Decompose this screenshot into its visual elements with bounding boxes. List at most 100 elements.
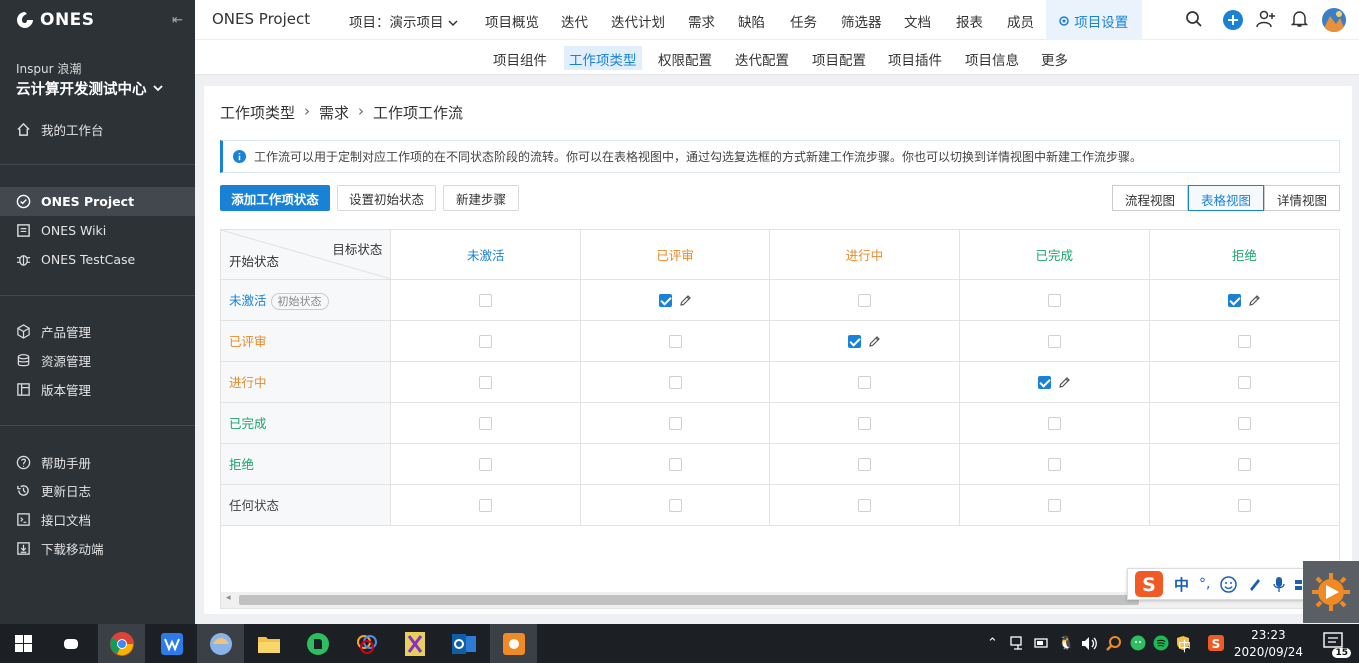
subnav-project-config[interactable]: 项目配置 [807,46,871,70]
transition-checkbox[interactable] [668,417,682,430]
transition-checkbox[interactable] [857,294,871,307]
transition-checkbox[interactable] [1047,417,1061,430]
transition-checkbox[interactable] [479,294,493,307]
nav-sprint-plan[interactable]: 迭代计划 [611,11,665,31]
system-clock[interactable]: 23:23 2020/09/24 [1234,627,1303,661]
sogou-tray-icon[interactable]: S [1207,634,1225,652]
project-selector[interactable]: 项目：演示项目 [349,11,458,31]
sidebar-item-help[interactable]: 帮助手册 [0,448,195,477]
edit-pencil-icon[interactable] [679,294,692,307]
transition-checkbox[interactable] [668,458,682,471]
color-app[interactable] [343,624,390,663]
transition-checkbox[interactable] [857,458,871,471]
search-icon[interactable] [1185,10,1203,28]
sidebar-item-workbench[interactable]: 我的工作台 [0,115,195,144]
sidebar-item-download-mobile[interactable]: 下载移动端 [0,534,195,563]
show-hidden-icons-icon[interactable]: ⌃ [987,636,998,651]
transition-checkbox[interactable] [1037,376,1051,389]
notification-center[interactable]: 15 [1323,632,1351,658]
transition-checkbox[interactable] [1047,335,1061,348]
transition-checkbox[interactable] [479,499,493,512]
transition-checkbox[interactable] [1047,294,1061,307]
team-selector[interactable]: 云计算开发测试中心 [16,78,163,99]
chat-app[interactable] [47,624,94,663]
transition-checkbox[interactable] [479,417,493,430]
transition-checkbox[interactable] [1237,499,1251,512]
qq-icon[interactable]: 🐧 [1058,636,1074,651]
transition-checkbox[interactable] [1237,458,1251,471]
transition-checkbox[interactable] [479,458,493,471]
transition-checkbox[interactable] [1237,335,1251,348]
nav-defects[interactable]: 缺陷 [738,11,765,31]
scroll-left-icon[interactable]: ◂ [226,593,231,603]
file-explorer-app[interactable] [245,624,292,663]
volume-icon[interactable] [1081,636,1098,651]
sidebar-item-api-docs[interactable]: 接口文档 [0,505,195,534]
transition-checkbox[interactable] [668,376,682,389]
transition-checkbox[interactable] [857,417,871,430]
evernote-app[interactable] [294,624,341,663]
floating-assistant-widget[interactable] [1303,561,1359,623]
sidebar-item-ones-wiki[interactable]: ONES Wiki [0,216,195,245]
edit-pencil-icon[interactable] [868,335,881,348]
transition-checkbox[interactable] [668,335,682,348]
nav-tasks[interactable]: 任务 [790,11,817,31]
nav-reports[interactable]: 报表 [956,11,983,31]
flow-view-tab[interactable]: 流程视图 [1111,185,1188,211]
transition-checkbox[interactable] [1047,499,1061,512]
transition-checkbox[interactable] [857,499,871,512]
set-initial-state-button[interactable]: 设置初始状态 [337,185,436,211]
spotify-icon[interactable] [1153,635,1169,651]
table-view-tab[interactable]: 表格视图 [1187,185,1264,211]
edit-pencil-icon[interactable] [1058,376,1071,389]
scrollbar-thumb[interactable] [239,595,1139,605]
bell-icon[interactable] [1291,10,1308,28]
nav-overview[interactable]: 项目概览 [485,11,539,31]
ones-logo[interactable]: ONES [16,10,95,30]
transition-checkbox[interactable] [668,499,682,512]
transition-checkbox[interactable] [479,335,493,348]
subnav-issue-types[interactable]: 工作项类型 [564,46,642,70]
add-state-button[interactable]: 添加工作项状态 [220,185,330,211]
subnav-project-info[interactable]: 项目信息 [960,46,1024,70]
nav-requirements[interactable]: 需求 [688,11,715,31]
avatar[interactable] [1322,8,1346,32]
chrome-app[interactable] [98,624,145,663]
nav-members[interactable]: 成员 [1007,11,1034,31]
breadcrumb-requirement[interactable]: 需求 [319,102,349,123]
transition-checkbox[interactable] [479,376,493,389]
sidebar-item-ones-testcase[interactable]: ONES TestCase [0,245,195,274]
sidebar-item-resource[interactable]: 资源管理 [0,346,195,375]
sidebar-item-ones-project[interactable]: ONES Project [0,187,195,216]
start-button[interactable] [0,624,47,663]
assistant-app[interactable] [490,624,537,663]
media-app[interactable] [391,624,438,663]
search-tool-icon[interactable] [1106,635,1122,651]
outlook-app[interactable] [440,624,487,663]
ime-mode-label[interactable]: 中 [1174,574,1189,595]
collapse-sidebar-icon[interactable]: ⇤ [172,13,183,28]
detail-view-tab[interactable]: 详情视图 [1263,185,1340,211]
wecom-app[interactable] [148,624,195,663]
punctuation-icon[interactable]: °, [1199,576,1210,592]
transition-checkbox[interactable] [1237,417,1251,430]
skin-brush-icon[interactable] [1247,576,1263,592]
transition-checkbox[interactable] [1237,376,1251,389]
transition-checkbox[interactable] [1047,458,1061,471]
subnav-permissions[interactable]: 权限配置 [653,46,717,70]
subnav-more[interactable]: 更多 [1036,46,1073,70]
pinned-app[interactable] [197,624,244,663]
emoji-icon[interactable] [1220,575,1238,593]
wechat-icon[interactable] [1130,635,1146,651]
transition-checkbox[interactable] [1227,294,1241,307]
sidebar-item-product[interactable]: 产品管理 [0,317,195,346]
sogou-logo-icon[interactable]: S [1134,570,1164,598]
breadcrumb-issue-types[interactable]: 工作项类型 [220,102,295,123]
transition-checkbox[interactable] [857,376,871,389]
new-step-button[interactable]: 新建步骤 [443,185,519,211]
add-icon[interactable] [1223,10,1243,30]
input-method-indicator[interactable]: 中 [1178,636,1191,655]
microphone-icon[interactable] [1273,576,1286,593]
edit-pencil-icon[interactable] [1248,294,1261,307]
subnav-plugins[interactable]: 项目插件 [883,46,947,70]
